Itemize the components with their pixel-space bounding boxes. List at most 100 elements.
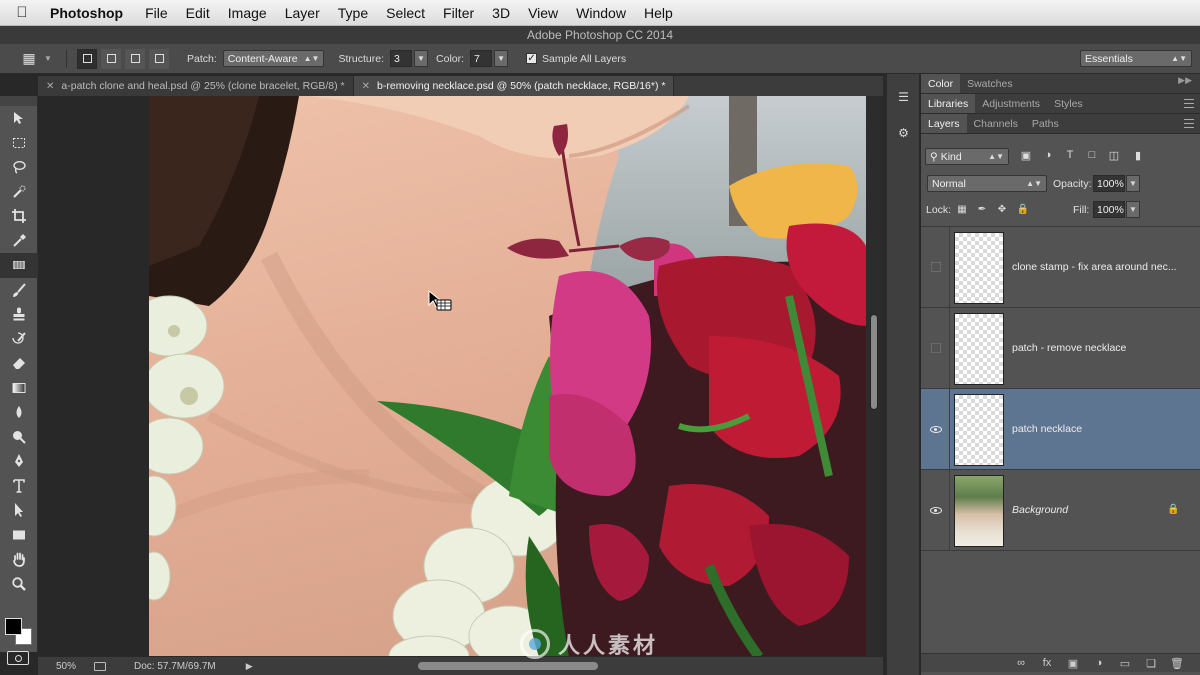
marquee-tool-icon[interactable] (0, 131, 38, 156)
zoom-level[interactable]: 50% (38, 661, 76, 672)
menu-3d[interactable]: 3D (483, 5, 519, 21)
add-mask-icon[interactable]: ▣ (1060, 657, 1086, 670)
structure-field[interactable]: 3 (390, 50, 413, 67)
shape-filter-icon[interactable]: □ (1085, 148, 1099, 162)
visibility-toggle[interactable] (929, 342, 943, 354)
quick-select-tool-icon[interactable] (0, 180, 38, 205)
lasso-tool-icon[interactable] (0, 155, 38, 180)
tool-preset-patch-icon[interactable]: ▦ (14, 48, 44, 70)
structure-caret-icon[interactable]: ▼ (414, 50, 429, 67)
gradient-tool-icon[interactable] (0, 376, 38, 401)
path-select-tool-icon[interactable] (0, 498, 38, 523)
menu-help[interactable]: Help (635, 5, 682, 21)
apple-icon[interactable]:  (0, 4, 44, 21)
layer-name[interactable]: clone stamp - fix area around nec... (1012, 261, 1177, 273)
tab-adjustments[interactable]: Adjustments (975, 94, 1047, 113)
pixel-filter-icon[interactable]: ▣ (1019, 148, 1033, 162)
menu-select[interactable]: Select (377, 5, 434, 21)
eyedropper-tool-icon[interactable] (0, 229, 38, 254)
lock-all-icon[interactable]: 🔒 (1017, 203, 1029, 215)
lock-image-icon[interactable]: ✒ (976, 203, 988, 215)
fill-field[interactable]: 100% (1093, 201, 1125, 218)
document-image[interactable] (149, 96, 866, 656)
visibility-toggle[interactable] (929, 261, 943, 273)
close-icon[interactable]: ✕ (46, 81, 54, 92)
type-filter-icon[interactable]: T (1063, 148, 1077, 162)
tab-color[interactable]: Color (921, 74, 961, 93)
color-field[interactable]: 7 (470, 50, 493, 67)
workspace-dropdown[interactable]: Essentials ▲▼ (1080, 50, 1192, 67)
lock-position-icon[interactable]: ✥ (996, 203, 1008, 215)
patch-mode-dropdown[interactable]: Content-Aware ▲▼ (222, 50, 325, 67)
layer-name[interactable]: patch necklace (1012, 423, 1082, 435)
stamp-tool-icon[interactable] (0, 302, 38, 327)
new-group-icon[interactable]: ▭ (1112, 657, 1138, 670)
collapse-icon[interactable]: ▶▶ (1178, 75, 1192, 86)
opacity-caret-icon[interactable]: ▼ (1126, 175, 1140, 192)
subtract-selection-button[interactable] (125, 48, 145, 69)
history-brush-tool-icon[interactable] (0, 327, 38, 352)
tab-swatches[interactable]: Swatches (960, 74, 1020, 93)
add-selection-button[interactable] (101, 48, 121, 69)
tab-libraries[interactable]: Libraries (921, 94, 976, 113)
type-tool-icon[interactable] (0, 474, 38, 499)
adjustment-layer-icon[interactable]: ◑ (1086, 657, 1112, 669)
layer-style-icon[interactable]: fx (1034, 657, 1060, 669)
color-caret-icon[interactable]: ▼ (494, 50, 509, 67)
tab-patch-clone-heal[interactable]: ✕ a-patch clone and heal.psd @ 25% (clone… (38, 76, 354, 96)
layers-panel-menu-icon[interactable] (1184, 119, 1194, 128)
layer-filter-dropdown[interactable]: ⚲ Kind ▲▼ (925, 148, 1009, 165)
vertical-scrollbar[interactable] (866, 96, 882, 656)
eye-icon[interactable] (929, 504, 943, 516)
hand-tool-icon[interactable] (0, 547, 38, 572)
layer-name[interactable]: Background (1012, 504, 1068, 516)
layer-name[interactable]: patch - remove necklace (1012, 342, 1126, 354)
layer-row-selected[interactable]: patch necklace (921, 389, 1200, 470)
properties-panel-icon[interactable]: ⚙ (887, 120, 920, 146)
menu-view[interactable]: View (519, 5, 567, 21)
delete-layer-icon[interactable]: 🗑 (1164, 657, 1190, 670)
dodge-tool-icon[interactable] (0, 425, 38, 450)
link-layers-icon[interactable]: ∞ (1008, 657, 1034, 669)
pen-tool-icon[interactable] (0, 449, 38, 474)
tab-paths[interactable]: Paths (1025, 114, 1066, 133)
lock-transparent-icon[interactable]: ▦ (956, 203, 968, 215)
eraser-tool-icon[interactable] (0, 351, 38, 376)
menu-filter[interactable]: Filter (434, 5, 483, 21)
shape-tool-icon[interactable] (0, 523, 38, 548)
horizontal-scroll-thumb[interactable] (418, 662, 598, 670)
blur-tool-icon[interactable] (0, 400, 38, 425)
tool-preset-caret-icon[interactable]: ▼ (44, 54, 56, 63)
new-layer-icon[interactable]: ❏ (1138, 657, 1164, 670)
menu-window[interactable]: Window (567, 5, 635, 21)
new-selection-button[interactable] (77, 48, 97, 69)
panel-menu-icon[interactable] (1184, 99, 1194, 108)
menu-layer[interactable]: Layer (276, 5, 329, 21)
tab-styles[interactable]: Styles (1047, 94, 1090, 113)
brush-tool-icon[interactable] (0, 278, 38, 303)
status-menu-arrow-icon[interactable]: ▶ (246, 661, 253, 672)
sample-all-layers-checkbox[interactable]: ✓ (526, 53, 538, 64)
vertical-scroll-thumb[interactable] (870, 314, 878, 410)
blend-mode-dropdown[interactable]: Normal ▲▼ (927, 175, 1047, 192)
menu-image[interactable]: Image (219, 5, 276, 21)
layer-row[interactable]: patch - remove necklace (921, 308, 1200, 389)
tab-removing-necklace[interactable]: ✕ b-removing necklace.psd @ 50% (patch ne… (353, 76, 675, 96)
layer-row[interactable]: clone stamp - fix area around nec... (921, 227, 1200, 308)
crop-tool-icon[interactable] (0, 204, 38, 229)
layer-row[interactable]: Background 🔒 (921, 470, 1200, 551)
menu-edit[interactable]: Edit (177, 5, 219, 21)
intersect-selection-button[interactable] (149, 48, 169, 69)
tab-channels[interactable]: Channels (967, 114, 1025, 133)
share-icon[interactable] (94, 661, 106, 671)
menu-type[interactable]: Type (329, 5, 377, 21)
tab-layers[interactable]: Layers (921, 114, 967, 133)
menu-app-name[interactable]: Photoshop (44, 5, 136, 21)
move-tool-icon[interactable] (0, 106, 38, 131)
foreground-color-swatch[interactable] (5, 618, 22, 635)
zoom-tool-icon[interactable] (0, 572, 38, 597)
close-icon[interactable]: ✕ (362, 81, 370, 92)
adjustment-filter-icon[interactable]: ◑ (1041, 148, 1055, 162)
menu-file[interactable]: File (136, 5, 177, 21)
filter-toggle-icon[interactable]: ▮ (1131, 148, 1145, 162)
